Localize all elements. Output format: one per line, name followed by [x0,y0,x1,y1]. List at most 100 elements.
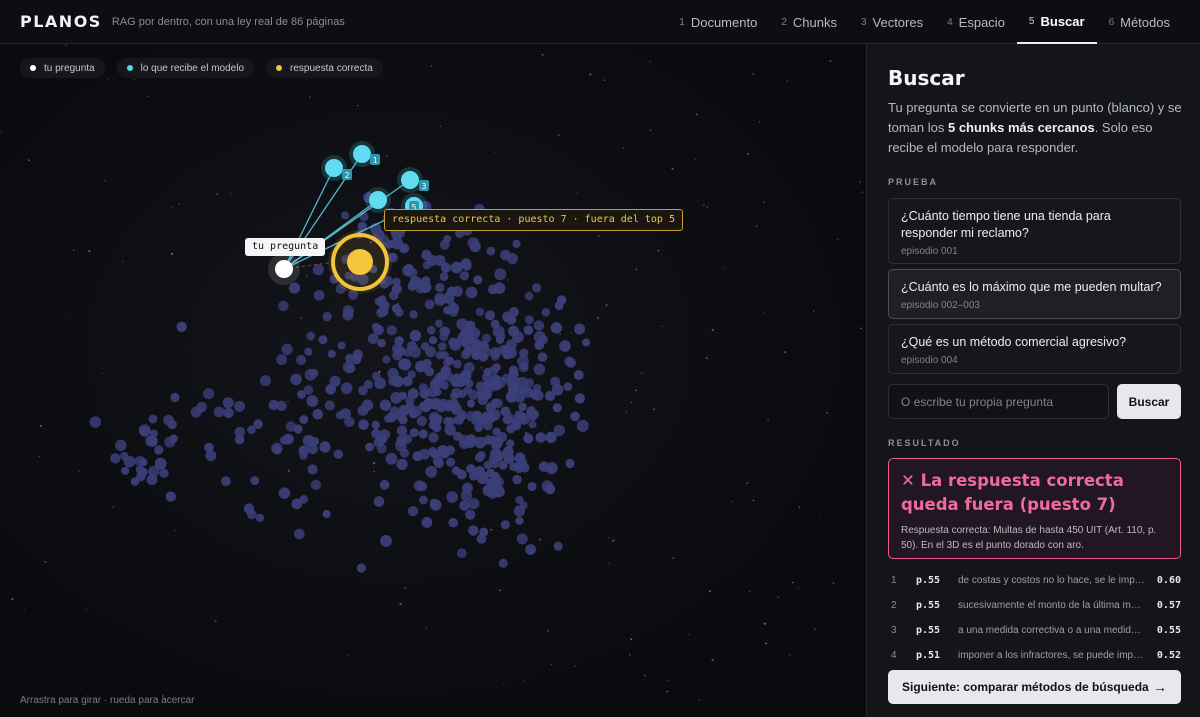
chunk-point [310,479,321,490]
chunk-point [394,336,404,346]
chunk-point [440,351,449,360]
question-card-002[interactable]: ¿Cuánto es lo máximo que me pueden multa… [888,269,1181,319]
legend-label: lo que recibe el modelo [140,62,245,74]
chunk-point [234,400,245,412]
custom-question-input[interactable] [888,384,1109,419]
tab-metodos[interactable]: 6 Métodos [1097,0,1182,44]
next-step-button[interactable]: Siguiente: comparar métodos de búsqueda → [888,670,1181,704]
chunk-point [516,533,528,545]
result-row[interactable]: 3 p.55 a una medida correctiva o a una med… [888,618,1181,643]
chunk-point [516,376,529,389]
chunk-point [459,375,470,386]
chunk-point [290,373,302,386]
chunk-point [356,563,367,573]
chunk-point [486,246,496,256]
legend-question: tu pregunta [20,58,105,78]
retrieved-chunk-point [325,159,343,177]
section-label-resultado: RESULTADO [888,438,961,448]
results-list: 1 p.55 de costas y costos no lo hace, se l… [888,568,1181,660]
chunk-point [492,325,505,338]
result-score: 0.52 [1156,650,1181,660]
tab-vectores[interactable]: 3 Vectores [849,0,935,44]
chunk-point [313,290,325,301]
star-dot [88,250,91,253]
search-button[interactable]: Buscar [1117,384,1181,419]
chunk-point [379,479,390,490]
star-dot [178,203,181,206]
star-dot [706,206,709,208]
chunk-point [481,411,492,422]
chunk-point [247,509,257,520]
result-row[interactable]: 1 p.55 de costas y costos no lo hace, se l… [888,568,1181,593]
chunk-point [582,338,591,347]
star-dot [635,389,638,392]
legend-answer: respuesta correcta [266,58,383,78]
star-dot [667,679,669,682]
chunk-point [391,304,401,313]
star-dot [763,622,766,625]
chunk-point [425,465,438,478]
star-dot [541,53,544,56]
chunk-point [459,271,470,281]
chunk-point [533,363,546,376]
question-card-001[interactable]: ¿Cuánto tiempo tiene una tienda para res… [888,198,1181,264]
next-step-label: Siguiente: comparar métodos de búsqueda [902,680,1149,694]
chunk-point [458,389,467,398]
rank-badge-text: 2 [345,171,350,180]
chunk-point [507,383,519,394]
star-dot [36,199,38,201]
embedding-3d-view[interactable]: 12345 [0,44,866,717]
result-score: 0.55 [1156,625,1181,636]
chunk-point [391,283,402,294]
tab-number: 6 [1108,16,1115,28]
chunk-point [402,376,413,387]
star-dot [789,654,791,657]
star-dot [174,529,177,532]
chunk-point [429,499,442,511]
result-row[interactable]: 4 p.51 imponer a los infractores, se puede… [888,643,1181,660]
chunk-point [448,517,459,528]
tab-buscar[interactable]: 5 Buscar [1016,0,1097,44]
chunk-point [419,448,430,460]
tab-documento[interactable]: 1 Documento [667,0,769,44]
retrieved-chunk-point [353,145,371,163]
chunk-point [463,362,475,374]
chunk-point [500,406,510,417]
retrieved-chunk-point [401,171,419,189]
chunk-point [247,425,256,435]
star-dot [539,538,542,541]
star-dot [608,562,610,564]
chunk-point [424,397,434,408]
question-card-004[interactable]: ¿Qué es un método comercial agresivo? ep… [888,324,1181,374]
chunk-point [552,403,562,413]
chunk-point [563,382,573,391]
star-dot [347,654,350,657]
star-dot [523,679,525,682]
result-row[interactable]: 2 p.55 sucesivamente el monto de la última… [888,593,1181,618]
result-snippet: a una medida correctiva o a una medida c… [958,625,1153,636]
chunk-point [446,491,459,503]
chunk-point [465,286,478,299]
chunk-point [480,388,492,400]
chunk-point [485,310,496,321]
result-headline: ✕ La respuesta correcta queda fuera (pue… [901,471,1124,514]
star-dot [589,73,592,76]
tab-espacio[interactable]: 4 Espacio [935,0,1017,44]
chunk-point [483,435,493,445]
star-dot [764,642,768,645]
chunk-point [390,391,403,404]
chunk-point [524,291,534,301]
star-dot [503,683,505,685]
star-dot [640,372,643,375]
star-dot [427,125,429,127]
chunk-point [436,403,446,413]
chunk-point [367,333,379,345]
chunk-point [148,414,158,424]
chunk-point [483,368,492,377]
star-dot [499,589,502,592]
star-dot [558,134,560,136]
tab-chunks[interactable]: 2 Chunks [769,0,849,44]
star-dot [39,425,42,427]
result-page: p.55 [916,625,941,636]
chunk-point [418,429,428,439]
